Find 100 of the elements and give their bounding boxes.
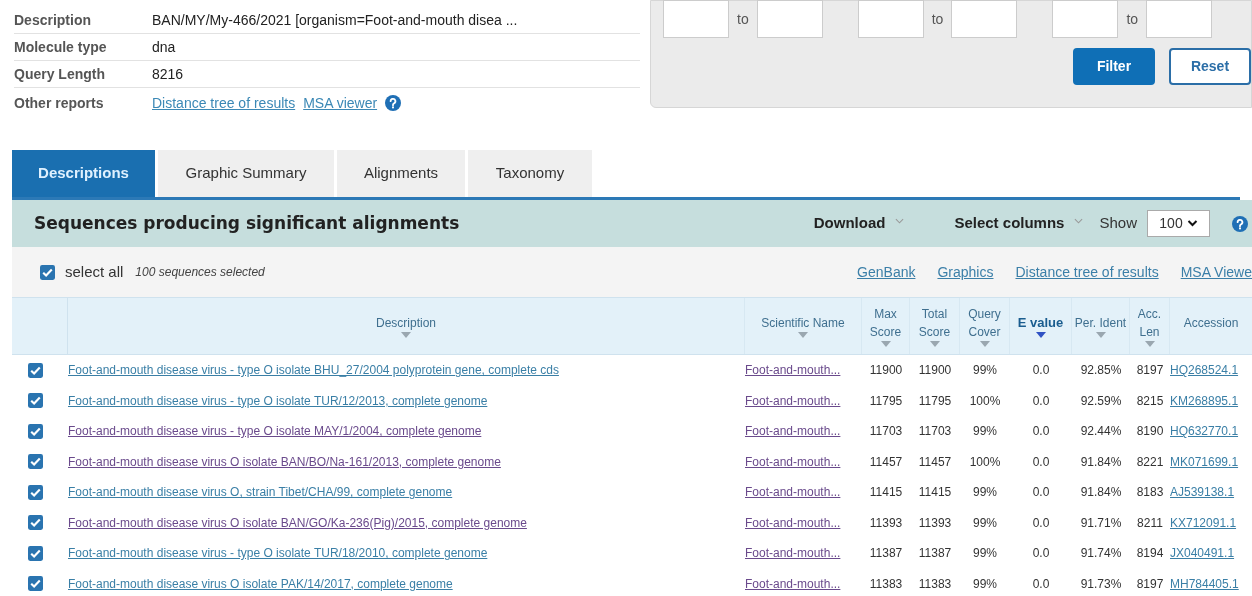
checkbox[interactable] <box>28 393 43 409</box>
scientific-name-link[interactable]: Foot-and-mouth... <box>745 391 841 410</box>
table-cell-text: 91.71% <box>1080 514 1122 532</box>
table-cell-text: 11703 <box>918 423 952 441</box>
result-description-link[interactable]: Foot-and-mouth disease virus O isolate BAN/BO/Na-161/2013, complete genome <box>68 452 501 471</box>
result-link[interactable]: GenBank <box>857 261 916 283</box>
scientific-name-link[interactable]: Foot-and-mouth... <box>745 422 841 441</box>
scientific-name-link[interactable]: Foot-and-mouth... <box>745 452 841 471</box>
column-header[interactable]: E value <box>1010 298 1072 354</box>
reset-button[interactable]: Reset <box>1169 48 1251 85</box>
table-cell-text: 0.0 <box>1032 453 1050 471</box>
checkbox[interactable] <box>28 362 43 378</box>
field-label: Other reports <box>14 93 105 113</box>
accession-link[interactable]: HQ632770.1 <box>1170 422 1239 441</box>
range-from-field[interactable] <box>1052 0 1119 38</box>
table-cell-text: 0.0 <box>1032 362 1050 380</box>
result-description-link[interactable]: Foot-and-mouth disease virus - type O isolate TUR/12/2013, complete genome <box>68 391 488 410</box>
help-icon[interactable] <box>1232 215 1248 232</box>
menu-button[interactable]: Select columns <box>954 212 1084 235</box>
accession-link[interactable]: HQ268524.1 <box>1170 361 1239 380</box>
result-description-link[interactable]: Foot-and-mouth disease virus - type O isolate BHU_27/2004 polyprotein gene, complete cds <box>68 361 559 380</box>
scientific-name-link[interactable]: Foot-and-mouth... <box>745 513 841 532</box>
column-header[interactable]: Description <box>68 298 745 354</box>
tab[interactable]: Alignments <box>337 150 465 197</box>
table-cell-text: 11393 <box>869 514 903 532</box>
table-cell-text: 8215 <box>1136 392 1164 410</box>
column-header[interactable]: Per. Ident <box>1072 298 1130 354</box>
table-cell-text: 99% <box>973 362 997 380</box>
column-header[interactable]: Total Score <box>910 298 960 354</box>
checkbox[interactable] <box>28 423 43 439</box>
table-cell-text: 92.59% <box>1080 392 1122 410</box>
scientific-name-link[interactable]: Foot-and-mouth... <box>745 574 841 593</box>
report-link[interactable]: Distance tree of results <box>152 92 296 114</box>
accession-link[interactable]: MK071699.1 <box>1170 452 1239 471</box>
range-from-field[interactable] <box>663 0 729 38</box>
table-cell-text: 11393 <box>918 514 952 532</box>
result-link[interactable]: MSA Viewe <box>1180 261 1252 283</box>
accession-link[interactable]: KM268895.1 <box>1170 391 1239 410</box>
result-description-link[interactable]: Foot-and-mouth disease virus O isolate PAK/14/2017, complete genome <box>68 574 453 593</box>
table-cell-text: 11383 <box>918 575 952 593</box>
menu-button[interactable]: Download <box>813 212 905 235</box>
sort-arrow-icon <box>798 332 808 338</box>
field-value: BAN/MY/My-466/2021 [organism=Foot-and-mouth disea ... <box>152 10 518 30</box>
table-cell-text: 11795 <box>918 392 952 410</box>
accession-link[interactable]: MH784405.1 <box>1170 574 1239 593</box>
filter-button[interactable]: Filter <box>1073 48 1155 85</box>
column-header[interactable]: Scientific Name <box>745 298 862 354</box>
column-header[interactable]: Accession <box>1170 298 1252 354</box>
table-cell-text: 100% <box>969 392 1001 410</box>
table-cell-text: 11415 <box>918 484 952 502</box>
report-link[interactable]: MSA viewer <box>303 92 378 114</box>
range-to-field[interactable] <box>1146 0 1213 38</box>
sort-arrow-icon <box>1035 332 1046 338</box>
accession-link[interactable]: JX040491.1 <box>1170 544 1235 563</box>
field-value: 8216 <box>152 64 184 84</box>
range-from-field[interactable] <box>857 0 924 38</box>
checkbox[interactable] <box>40 264 55 280</box>
table-cell-text: 8194 <box>1136 545 1164 563</box>
tab[interactable]: Taxonomy <box>468 150 592 197</box>
chevron-down-icon <box>895 217 905 224</box>
checkbox[interactable] <box>28 454 43 470</box>
result-description-link[interactable]: Foot-and-mouth disease virus O, strain Tibet/CHA/99, complete genome <box>68 483 453 502</box>
sort-arrow-icon <box>929 341 940 347</box>
selection-count: 100 sequences selected <box>135 264 266 281</box>
scientific-name-link[interactable]: Foot-and-mouth... <box>745 544 841 563</box>
checkbox[interactable] <box>28 484 43 500</box>
sort-arrow-icon <box>880 341 891 347</box>
table-cell-text: 91.73% <box>1080 575 1122 593</box>
table-cell-text: 99% <box>973 545 997 563</box>
tab[interactable]: Descriptions <box>12 150 155 197</box>
table-cell-text: 99% <box>973 484 997 502</box>
checkbox[interactable] <box>28 545 43 561</box>
range-to-field[interactable] <box>756 0 823 38</box>
result-description-link[interactable]: Foot-and-mouth disease virus - type O isolate MAY/1/2004, complete genome <box>68 422 482 441</box>
table-cell-text: 99% <box>973 423 997 441</box>
scientific-name-link[interactable]: Foot-and-mouth... <box>745 483 841 502</box>
scientific-name-link[interactable]: Foot-and-mouth... <box>745 361 841 380</box>
result-description-link[interactable]: Foot-and-mouth disease virus O isolate BAN/GO/Ka-236(Pig)/2015, complete genome <box>68 513 527 532</box>
table-cell-text: 91.84% <box>1080 453 1122 471</box>
table-cell-text: 0.0 <box>1032 514 1050 532</box>
page-size-select[interactable]: 100 <box>1147 210 1210 237</box>
result-link[interactable]: Distance tree of results <box>1015 261 1159 283</box>
table-cell-text: 91.74% <box>1080 545 1122 563</box>
table-cell-text: 11900 <box>869 362 903 380</box>
range-to-field[interactable] <box>951 0 1018 38</box>
table-cell-text: 11703 <box>869 423 903 441</box>
checkbox[interactable] <box>28 515 43 531</box>
column-header[interactable]: Max Score <box>862 298 910 354</box>
accession-link[interactable]: KX712091.1 <box>1170 513 1237 532</box>
table-cell-text: 8197 <box>1136 362 1164 380</box>
column-header[interactable]: Acc. Len <box>1130 298 1170 354</box>
accession-link[interactable]: AJ539138.1 <box>1170 483 1235 502</box>
checkbox[interactable] <box>28 576 43 592</box>
result-description-link[interactable]: Foot-and-mouth disease virus - type O isolate TUR/18/2010, complete genome <box>68 544 488 563</box>
table-cell-text: 0.0 <box>1032 392 1050 410</box>
result-link[interactable]: Graphics <box>937 261 994 283</box>
table-cell-text: 11457 <box>869 453 903 471</box>
help-icon[interactable] <box>385 95 402 111</box>
tab[interactable]: Graphic Summary <box>158 150 334 197</box>
column-header[interactable]: Query Cover <box>960 298 1010 354</box>
